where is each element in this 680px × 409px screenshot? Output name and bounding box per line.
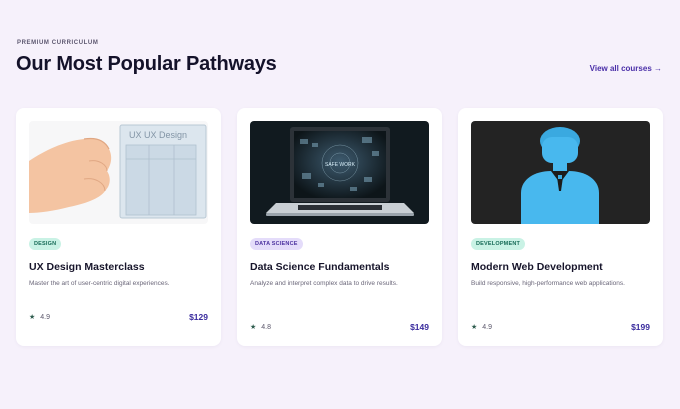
category-badge: DATA SCIENCE xyxy=(250,238,303,250)
rating-value: 4.9 xyxy=(482,323,493,331)
view-all-courses-link[interactable]: View all courses → xyxy=(590,64,662,73)
course-price: $199 xyxy=(631,322,650,332)
page-title: Our Most Popular Pathways xyxy=(16,53,277,75)
course-price: $149 xyxy=(410,322,429,332)
course-thumbnail: SAFE WORK xyxy=(250,121,429,224)
star-icon: ★ xyxy=(29,314,36,321)
course-price: $129 xyxy=(189,312,208,322)
category-badge: DEVELOPMENT xyxy=(471,238,526,250)
star-icon: ★ xyxy=(250,324,257,331)
rating-value: 4.9 xyxy=(40,313,51,321)
course-card-data-science[interactable]: SAFE WORK DATA SCIENCE Data Science Fund… xyxy=(237,108,442,346)
course-title[interactable]: Modern Web Development xyxy=(471,261,603,273)
rating-value: 4.8 xyxy=(261,323,272,331)
star-icon: ★ xyxy=(471,324,478,331)
course-rating: ★ 4.9 xyxy=(29,313,51,322)
course-rating: ★ 4.8 xyxy=(250,323,272,332)
developer-avatar-illustration xyxy=(471,121,650,224)
course-thumbnail: UX UX Design xyxy=(29,121,208,224)
course-description: Master the art of user-centric digital e… xyxy=(29,280,170,287)
course-description: Analyze and interpret complex data to dr… xyxy=(250,280,398,287)
laptop-data-illustration: SAFE WORK xyxy=(250,121,429,224)
svg-text:UX UX Design: UX UX Design xyxy=(129,130,187,140)
category-badge: DESIGN xyxy=(29,238,62,250)
eyebrow-label: PREMIUM CURRICULUM xyxy=(17,40,99,46)
course-thumbnail xyxy=(471,121,650,224)
course-card-web-development[interactable]: DEVELOPMENT Modern Web Development Build… xyxy=(458,108,663,346)
ux-hand-illustration: UX UX Design xyxy=(29,121,208,224)
course-title[interactable]: UX Design Masterclass xyxy=(29,261,145,273)
course-list: UX UX Design DESIGN UX Design Masterclas… xyxy=(16,108,663,346)
course-description: Build responsive, high-performance web a… xyxy=(471,280,625,287)
svg-text:SAFE WORK: SAFE WORK xyxy=(325,162,356,168)
course-rating: ★ 4.9 xyxy=(471,323,493,332)
course-card-ux-design[interactable]: UX UX Design DESIGN UX Design Masterclas… xyxy=(16,108,221,346)
course-title[interactable]: Data Science Fundamentals xyxy=(250,261,389,273)
